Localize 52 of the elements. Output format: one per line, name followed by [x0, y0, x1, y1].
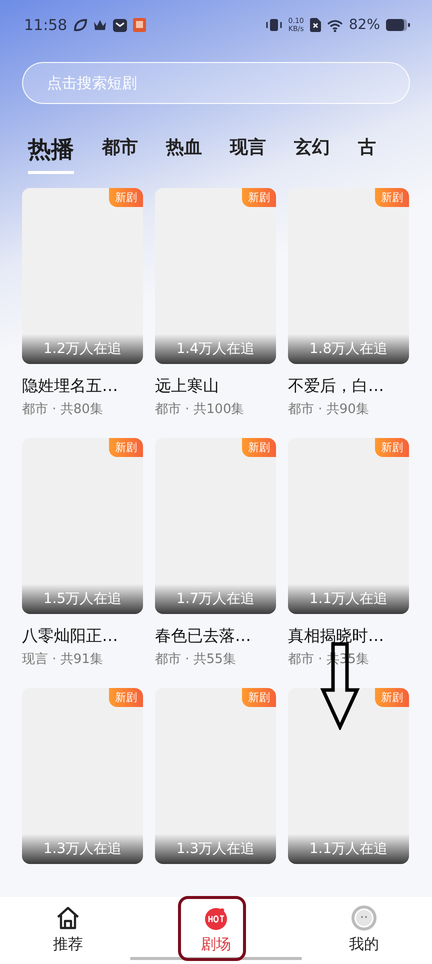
wifi-icon	[326, 18, 343, 32]
category-tab[interactable]: 热血	[166, 134, 202, 174]
mail-icon	[113, 18, 128, 32]
drama-title[interactable]: 八零灿阳正…	[22, 626, 143, 647]
new-badge: 新剧	[109, 438, 143, 457]
clock: 11:58	[24, 16, 68, 34]
drama-meta: 都市 · 共90集	[288, 401, 370, 418]
new-badge: 新剧	[242, 688, 276, 707]
viewer-count: 1.1万人在追	[288, 834, 409, 864]
viewer-count: 1.3万人在追	[22, 834, 143, 864]
app-icon	[133, 18, 146, 32]
category-tab[interactable]: 现言	[230, 134, 266, 174]
new-badge: 新剧	[375, 688, 409, 707]
viewer-count: 1.3万人在追	[155, 834, 276, 864]
new-badge: 新剧	[242, 188, 276, 207]
search-field[interactable]: 点击搜索短剧	[22, 62, 410, 104]
new-badge: 新剧	[109, 188, 143, 207]
drama-meta: 都市 · 共80集	[22, 401, 104, 418]
search-input[interactable]: 点击搜索短剧	[45, 73, 387, 93]
viewer-count: 1.5万人在追	[22, 584, 143, 614]
category-tab[interactable]: 玄幻	[294, 134, 330, 174]
drama-title[interactable]: 不爱后，白…	[288, 376, 409, 397]
new-badge: 新剧	[242, 438, 276, 457]
viewer-count: 1.4万人在追	[155, 334, 276, 364]
drama-meta: 都市 · 共100集	[155, 401, 246, 418]
nav-tab[interactable]: 推荐	[28, 897, 108, 964]
leaf-icon	[73, 18, 88, 32]
battery-icon	[386, 19, 410, 31]
new-badge: 新剧	[375, 188, 409, 207]
new-badge: 新剧	[109, 688, 143, 707]
viewer-count: 1.2万人在追	[22, 334, 143, 364]
crown-icon	[93, 19, 108, 31]
battery-level: 82%	[348, 17, 380, 33]
viewer-count: 1.8万人在追	[288, 334, 409, 364]
drama-title[interactable]: 远上寒山	[155, 376, 276, 397]
home-icon	[55, 905, 81, 931]
viewer-count: 1.7万人在追	[155, 584, 276, 614]
category-tab[interactable]: 古	[358, 134, 376, 174]
category-tab[interactable]: 热播	[28, 133, 74, 174]
sim-icon	[310, 18, 321, 32]
face-icon	[351, 905, 377, 931]
new-badge: 新剧	[375, 438, 409, 457]
nav-tab[interactable]: 我的	[324, 897, 404, 964]
drama-title[interactable]: 真相揭晓时…	[288, 626, 409, 647]
viewer-count: 1.1万人在追	[288, 584, 409, 614]
drama-title[interactable]: 春色已去落…	[155, 626, 276, 647]
category-tab[interactable]: 都市	[102, 134, 138, 174]
drama-meta: 现言 · 共91集	[22, 651, 104, 668]
drama-meta: 都市 · 共55集	[155, 651, 237, 668]
drama-title[interactable]: 隐姓埋名五…	[22, 376, 143, 397]
hot-badge-icon	[203, 905, 229, 931]
vibrate-icon	[266, 18, 282, 32]
